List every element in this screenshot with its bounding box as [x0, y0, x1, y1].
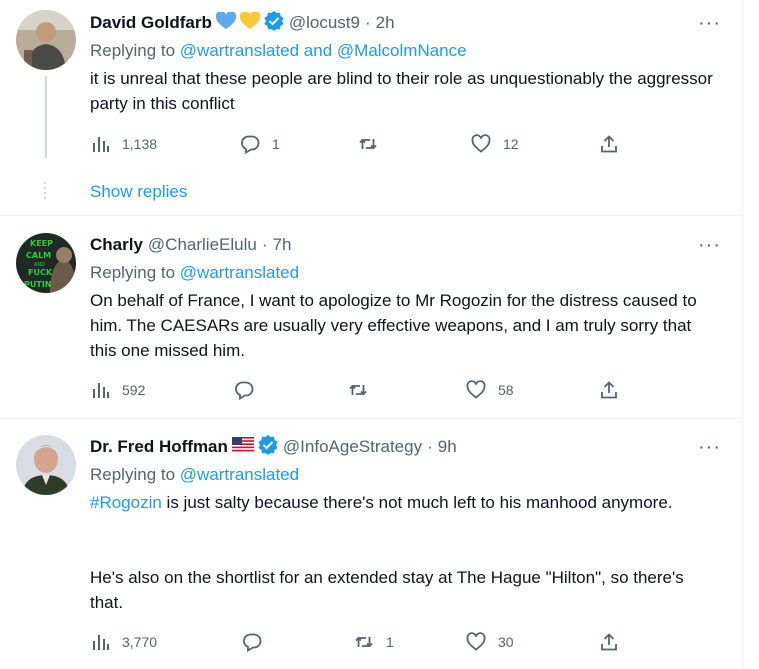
- tweet-text-paragraph: He's also on the shortlist for an extend…: [90, 568, 684, 612]
- retweet-icon: [355, 636, 373, 648]
- us-flag-icon: [231, 436, 254, 458]
- tweet-feed: David Goldfarb @locust9 · 2h ··· Replyin…: [0, 0, 743, 669]
- retweet-count: 1: [386, 634, 394, 650]
- tweet-actions: 3,770 1 30: [90, 631, 630, 653]
- replying-to-link[interactable]: @wartranslated and @MalcolmNance: [180, 41, 467, 60]
- replying-to: Replying to @wartranslated and @MalcolmN…: [90, 41, 467, 61]
- more-icon[interactable]: ···: [698, 13, 720, 40]
- avatar-fred-hoffman[interactable]: [16, 435, 76, 495]
- avatar-text: KEEP: [30, 239, 53, 248]
- reply-icon: [241, 135, 260, 154]
- author-name[interactable]: David Goldfarb: [90, 13, 212, 33]
- avatar-text: CALM: [26, 251, 51, 260]
- avatar-text: FUCK: [28, 268, 53, 277]
- heart-emoji-icon: [215, 10, 236, 35]
- like-button[interactable]: 58: [466, 379, 514, 401]
- like-icon: [466, 632, 486, 651]
- replying-to-prefix: Replying to: [90, 41, 180, 60]
- like-icon: [471, 134, 491, 153]
- author-handle[interactable]: @CharlieElulu: [148, 235, 257, 255]
- replying-to-link[interactable]: @wartranslated: [180, 465, 299, 484]
- reply-button[interactable]: 1: [240, 133, 280, 155]
- reply-button[interactable]: [234, 379, 266, 401]
- views-button[interactable]: 592: [90, 379, 145, 401]
- avatar-charly[interactable]: KEEP CALM AND FUCK PUTIN: [16, 233, 76, 293]
- replying-to-prefix: Replying to: [90, 465, 180, 484]
- verified-badge-icon: [258, 434, 278, 460]
- views-icon: [93, 137, 109, 152]
- replying-to: Replying to @wartranslated: [90, 263, 299, 283]
- tweet-header: Dr. Fred Hoffman @InfoAgeStrategy · 9h: [90, 434, 457, 460]
- share-button[interactable]: [599, 133, 631, 155]
- author-handle[interactable]: @locust9: [289, 13, 360, 33]
- reply-icon: [243, 633, 262, 652]
- share-button[interactable]: [599, 379, 631, 401]
- show-replies-link[interactable]: Show replies: [90, 182, 187, 202]
- like-count: 12: [503, 136, 519, 152]
- retweet-icon: [359, 138, 377, 150]
- author-name[interactable]: Charly: [90, 235, 143, 255]
- share-icon: [601, 135, 617, 153]
- separator: ·: [364, 13, 371, 32]
- like-count: 30: [498, 634, 514, 650]
- like-count: 58: [498, 382, 514, 398]
- more-icon[interactable]: ···: [698, 235, 720, 262]
- views-icon: [93, 635, 109, 650]
- avatar-david-goldfarb[interactable]: [16, 10, 76, 70]
- tweet-time[interactable]: 7h: [273, 235, 292, 255]
- reply-count: 1: [272, 136, 280, 152]
- views-count: 3,770: [122, 634, 158, 650]
- views-button[interactable]: 3,770: [90, 631, 157, 653]
- like-button[interactable]: 30: [466, 631, 514, 653]
- tweet-divider: [0, 418, 742, 419]
- retweet-button[interactable]: 1: [354, 631, 394, 653]
- author-name[interactable]: Dr. Fred Hoffman: [90, 437, 228, 457]
- tweet-text: it is unreal that these people are blind…: [90, 69, 713, 113]
- replying-to: Replying to @wartranslated: [90, 465, 299, 485]
- verified-badge-icon: [264, 10, 284, 36]
- retweet-button[interactable]: [348, 379, 380, 401]
- hashtag-link[interactable]: #Rogozin: [90, 493, 162, 512]
- tweet-text-part: is just salty because there's not much l…: [161, 493, 673, 512]
- separator: ·: [427, 437, 433, 456]
- views-count: 1,138: [122, 136, 158, 152]
- tweet-text: #Rogozin is just salty because there's n…: [90, 490, 720, 515]
- tweet-text: On behalf of France, I want to apologize…: [90, 291, 697, 360]
- more-icon[interactable]: ···: [698, 437, 720, 464]
- retweet-button[interactable]: [358, 133, 390, 155]
- views-icon: [93, 383, 109, 398]
- replying-to-link[interactable]: @wartranslated: [180, 263, 299, 282]
- retweet-icon: [349, 384, 367, 396]
- share-icon: [601, 381, 617, 399]
- share-button[interactable]: [599, 631, 631, 653]
- tweet-header: David Goldfarb @locust9 · 2h: [90, 10, 395, 36]
- thread-line: [45, 76, 47, 158]
- tweet-divider: [0, 215, 742, 216]
- like-button[interactable]: 12: [471, 133, 519, 155]
- views-count: 592: [122, 382, 146, 398]
- reply-icon: [235, 381, 254, 400]
- tweet-header: Charly @CharlieElulu · 7h: [90, 234, 291, 256]
- thread-gap-dots: [44, 182, 47, 202]
- tweet-actions: 592 58: [90, 379, 630, 401]
- views-button[interactable]: 1,138: [90, 133, 157, 155]
- tweet-time[interactable]: 9h: [438, 437, 457, 457]
- tweet-actions: 1,138 1 12: [90, 133, 630, 155]
- separator: ·: [261, 235, 268, 254]
- share-icon: [601, 633, 617, 651]
- replying-to-prefix: Replying to: [90, 263, 180, 282]
- heart-emoji-icon: [239, 10, 260, 35]
- author-handle[interactable]: @InfoAgeStrategy: [283, 437, 422, 457]
- tweet-time[interactable]: 2h: [376, 13, 395, 33]
- avatar-text: PUTIN: [24, 280, 52, 289]
- reply-button[interactable]: [242, 631, 274, 653]
- like-icon: [466, 380, 486, 399]
